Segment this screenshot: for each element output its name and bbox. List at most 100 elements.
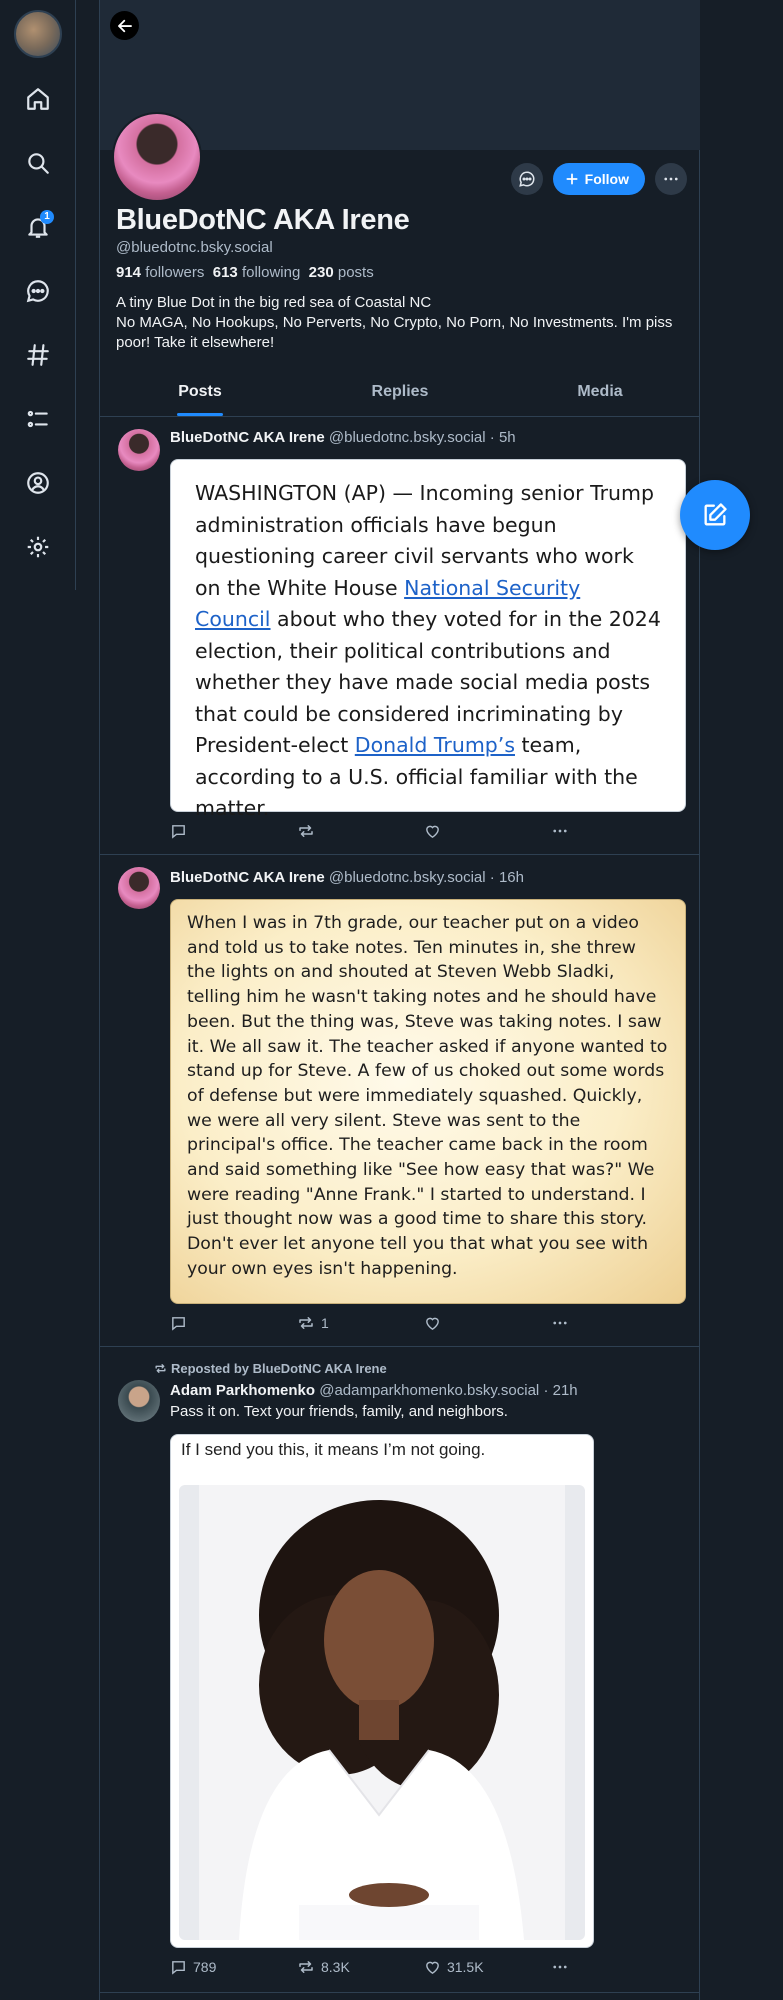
- posts-count: 230: [308, 264, 334, 281]
- followers-label: followers: [145, 264, 205, 281]
- compose-button[interactable]: [680, 480, 750, 550]
- image-caption: If I send you this, it means I’m not goi…: [181, 1440, 486, 1459]
- post-more-button[interactable]: [551, 1958, 590, 1976]
- post-actions: [170, 822, 590, 840]
- repost-icon: [299, 1317, 313, 1329]
- plus-icon: [566, 173, 578, 185]
- post-actions: 1: [170, 1314, 590, 1332]
- post-more-button[interactable]: [551, 1314, 590, 1332]
- repost-icon: [299, 1961, 313, 1973]
- posts-label: posts: [337, 264, 374, 281]
- repost-button[interactable]: 1: [297, 1314, 424, 1332]
- profile-avatar[interactable]: [112, 112, 202, 202]
- heart-icon: [426, 1317, 439, 1330]
- profile-main: Follow BlueDotNC AKA Irene @bluedotnc.bs…: [99, 0, 700, 2000]
- portrait-photo: [179, 1485, 585, 1940]
- ellipsis-icon: [553, 829, 567, 833]
- post-image[interactable]: If I send you this, it means I’m not goi…: [170, 1434, 594, 1948]
- like-button[interactable]: 31.5K: [424, 1958, 551, 1976]
- like-count: 31.5K: [446, 1959, 484, 1975]
- repost-icon: [155, 1364, 166, 1373]
- post-timestamp[interactable]: · 21h: [543, 1382, 577, 1399]
- repost-count: 1: [320, 1315, 329, 1331]
- post-timestamp[interactable]: · 16h: [490, 869, 524, 886]
- bell-icon[interactable]: 1: [20, 209, 56, 245]
- post-author-avatar[interactable]: [118, 429, 160, 471]
- post-timestamp[interactable]: · 5h: [490, 429, 516, 446]
- post-header: Adam Parkhomenko @adamparkhomenko.bsky.s…: [170, 1382, 578, 1399]
- like-button[interactable]: [424, 822, 551, 840]
- back-arrow-icon[interactable]: [110, 11, 139, 40]
- ellipsis-icon: [664, 177, 678, 181]
- reply-button[interactable]: [170, 1314, 297, 1332]
- reply-icon: [172, 1960, 185, 1975]
- gear-icon[interactable]: [20, 529, 56, 565]
- reply-button[interactable]: [170, 822, 297, 840]
- more-options-button[interactable]: [655, 163, 687, 195]
- post-author-handle: @bluedotnc.bsky.social: [328, 429, 486, 446]
- post-author-avatar[interactable]: [118, 867, 160, 909]
- feed-post[interactable]: BlueDotNC AKA Irene @bluedotnc.bsky.soci…: [100, 417, 700, 855]
- user-avatar[interactable]: [14, 10, 62, 58]
- reply-icon: [172, 824, 185, 839]
- following-count: 613: [212, 264, 238, 281]
- profile-icon[interactable]: [20, 465, 56, 501]
- heart-icon: [426, 825, 439, 838]
- repost-button[interactable]: [297, 822, 424, 840]
- tab-replies[interactable]: Replies: [300, 367, 500, 416]
- post-author-name[interactable]: BlueDotNC AKA Irene: [170, 869, 325, 886]
- like-button[interactable]: [424, 1314, 551, 1332]
- post-author-avatar[interactable]: [118, 1380, 160, 1422]
- reply-count: 789: [193, 1959, 217, 1975]
- home-icon[interactable]: [20, 81, 56, 117]
- reply-icon: [172, 1316, 185, 1331]
- repost-label: Reposted by BlueDotNC AKA Irene: [171, 1361, 387, 1376]
- post-author-handle: @adamparkhomenko.bsky.social: [319, 1382, 540, 1399]
- profile-stats: 914 followers 613 following 230 posts: [116, 264, 374, 281]
- feed-post[interactable]: BlueDotNC AKA Irene @bluedotnc.bsky.soci…: [100, 855, 700, 1347]
- followers-link[interactable]: 914 followers: [116, 264, 204, 281]
- post-author-name[interactable]: BlueDotNC AKA Irene: [170, 429, 325, 446]
- ellipsis-icon: [553, 1965, 567, 1969]
- chat-icon[interactable]: [20, 273, 56, 309]
- heart-icon: [426, 1961, 439, 1974]
- post-author-name[interactable]: Adam Parkhomenko: [170, 1382, 315, 1399]
- post-author-handle: @bluedotnc.bsky.social: [328, 869, 486, 886]
- display-name: BlueDotNC AKA Irene: [116, 204, 410, 236]
- post-more-button[interactable]: [551, 822, 590, 840]
- repost-count: 8.3K: [320, 1959, 350, 1975]
- post-actions: 789 8.3K 31.5K: [170, 1958, 590, 1976]
- tab-posts[interactable]: Posts: [100, 367, 300, 416]
- profile-bio: A tiny Blue Dot in the big red sea of Co…: [116, 294, 673, 351]
- left-nav: 1: [0, 0, 76, 590]
- profile-actions: Follow: [510, 163, 687, 195]
- repost-button[interactable]: 8.3K: [297, 1958, 424, 1976]
- post-image[interactable]: WASHINGTON (AP) — Incoming senior Trump …: [170, 459, 686, 820]
- chat-icon: [518, 171, 535, 187]
- following-link[interactable]: 613 following: [213, 264, 301, 281]
- compose-icon: [704, 503, 727, 526]
- following-label: following: [241, 264, 301, 281]
- repost-indicator[interactable]: Reposted by BlueDotNC AKA Irene: [154, 1361, 387, 1376]
- list-icon[interactable]: [20, 401, 56, 437]
- message-button[interactable]: [510, 163, 543, 195]
- ellipsis-icon: [553, 1321, 567, 1325]
- notification-badge: 1: [40, 210, 54, 224]
- search-icon[interactable]: [20, 145, 56, 181]
- post-text: Pass it on. Text your friends, family, a…: [170, 1403, 508, 1420]
- follow-label: Follow: [584, 171, 629, 187]
- profile-handle: @bluedotnc.bsky.social: [116, 239, 273, 256]
- hashtag-icon[interactable]: [20, 337, 56, 373]
- follow-button[interactable]: Follow: [552, 163, 645, 195]
- divider: [100, 1992, 700, 1993]
- image-text: When I was in 7th grade, our teacher put…: [187, 913, 668, 1279]
- post-header: BlueDotNC AKA Irene @bluedotnc.bsky.soci…: [170, 869, 524, 886]
- image-link-trump: Donald Trump’s: [354, 733, 515, 757]
- reply-button[interactable]: 789: [170, 1958, 297, 1976]
- post-image[interactable]: When I was in 7th grade, our teacher put…: [170, 899, 686, 1304]
- repost-icon: [299, 825, 313, 837]
- profile-tabs: Posts Replies Media: [100, 367, 700, 417]
- followers-count: 914: [116, 264, 142, 281]
- post-header: BlueDotNC AKA Irene @bluedotnc.bsky.soci…: [170, 429, 516, 446]
- tab-media[interactable]: Media: [500, 367, 700, 416]
